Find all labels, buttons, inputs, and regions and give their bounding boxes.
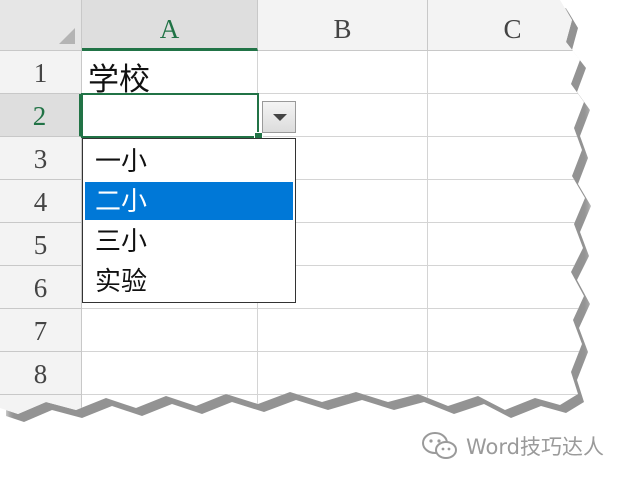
dropdown-button[interactable] [262, 101, 296, 133]
gridline [82, 394, 585, 395]
wechat-icon [422, 432, 457, 459]
cell-a2-active[interactable] [81, 93, 259, 138]
dropdown-option[interactable]: 三小 [85, 222, 293, 260]
column-header-b[interactable]: B [258, 0, 428, 51]
column-header-a[interactable]: A [82, 0, 258, 51]
dropdown-option[interactable]: 一小 [85, 142, 293, 180]
row-header-6[interactable]: 6 [0, 266, 82, 309]
row-header-5[interactable]: 5 [0, 223, 82, 266]
dropdown-option-selected[interactable]: 二小 [85, 182, 293, 220]
column-header-c[interactable]: C [428, 0, 585, 51]
row-header-4[interactable]: 4 [0, 180, 82, 223]
row-header-2[interactable]: 2 [0, 94, 82, 137]
row-header-1[interactable]: 1 [0, 51, 82, 94]
gridline [82, 351, 585, 352]
dropdown-list: 一小 二小 三小 实验 [82, 138, 296, 303]
gridline [427, 51, 428, 414]
watermark-text: Word技巧达人 [466, 435, 604, 459]
select-all-corner[interactable] [0, 0, 82, 51]
row-header-3[interactable]: 3 [0, 137, 82, 180]
row-header-8[interactable]: 8 [0, 352, 82, 395]
watermark: Word技巧达人 [420, 428, 604, 464]
spreadsheet-grid: A B C 1 2 3 4 5 6 7 8 9 学校 一小 二小 三小 实验 [0, 0, 585, 414]
row-header-7[interactable]: 7 [0, 309, 82, 352]
dropdown-option[interactable]: 实验 [85, 262, 293, 300]
gridline [82, 308, 585, 309]
select-all-triangle-icon [59, 28, 75, 44]
chevron-down-icon [273, 114, 287, 121]
